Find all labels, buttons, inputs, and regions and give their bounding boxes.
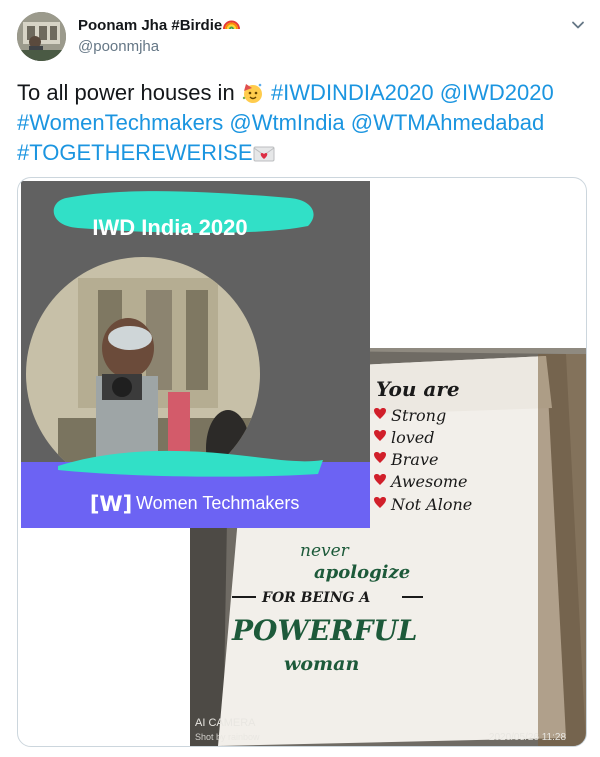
author-handle[interactable]: @poonmjha [78,38,159,55]
tweet-text: To all power houses in #IWDINDIA2020 @IW… [17,78,592,168]
mention-wtmahmedabad[interactable]: @WTMAhmedabad [351,110,545,135]
tweet-text-prefix: To all power houses in [17,80,235,105]
photo-timestamp: 2020/05/26 11:28 [489,732,567,743]
note-item-5: Not Alone [390,495,472,514]
hashtag-womentechmakers[interactable]: #WomenTechmakers [17,110,223,135]
mention-iwd2020[interactable]: @IWD2020 [440,80,554,105]
quote-line-3: FOR BEING A [261,590,370,606]
chevron-down-icon[interactable] [569,16,587,34]
note-item-4: Awesome [389,472,467,491]
party-face-icon [242,83,262,103]
hashtag-iwdindia2020[interactable]: #IWDINDIA2020 [271,80,434,105]
note-item-2: loved [391,428,435,447]
quote-line-2: apologize [314,562,410,583]
note-item-3: Brave [390,450,438,469]
tweet-card: Poonam Jha #Birdie @poonmjha To all powe… [0,0,600,757]
brand-name: Women Techmakers [136,493,299,513]
tweet-media-image[interactable]: IWD India 2020 [W] Women Techmakers You … [17,177,587,747]
love-letter-icon [253,146,275,162]
rainbow-icon [223,20,241,30]
avatar[interactable] [17,12,66,61]
quote-line-5: woman [284,653,359,675]
brand-mark: [W] [90,492,132,516]
note-heading: You are [376,377,460,401]
quote-line-4: POWERFUL [231,614,418,647]
quote-line-1: never [300,541,350,561]
hashtag-togetherewerise[interactable]: #TOGETHEREWERISE [17,140,253,165]
note-item-1: Strong [391,406,446,425]
media-collage: IWD India 2020 [W] Women Techmakers You … [21,181,586,746]
camera-shot-by: Shot by rainbow [195,732,260,742]
mention-wtmindia[interactable]: @WtmIndia [229,110,344,135]
author-display-name[interactable]: Poonam Jha #Birdie [78,17,241,34]
author-name-text: Poonam Jha #Birdie [78,17,223,34]
badge-title: IWD India 2020 [92,215,247,240]
iwd-badge: IWD India 2020 [W] Women Techmakers [21,181,370,528]
avatar-photo [17,12,66,61]
camera-label: AI CAMERA [195,717,256,729]
